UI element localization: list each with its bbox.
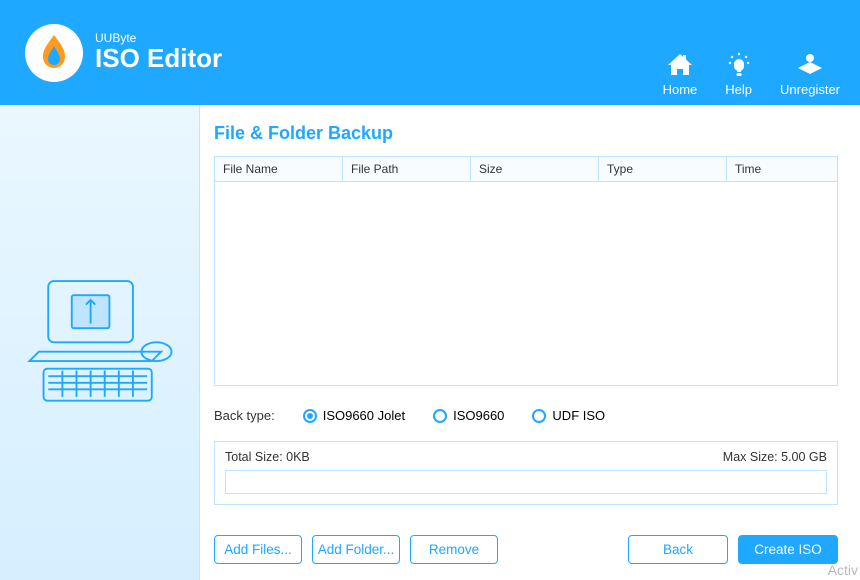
product-name: ISO Editor: [95, 44, 222, 73]
body-area: File & Folder Backup File Name File Path…: [0, 105, 860, 580]
logo-area: UUByte ISO Editor: [0, 24, 222, 82]
radio-dot-icon: [303, 409, 317, 423]
col-size[interactable]: Size: [471, 157, 599, 181]
size-progress-bar: [225, 470, 827, 494]
radio-label: ISO9660 Jolet: [323, 408, 405, 423]
add-folder-button[interactable]: Add Folder...: [312, 535, 400, 564]
col-type[interactable]: Type: [599, 157, 727, 181]
radio-udf[interactable]: UDF ISO: [532, 408, 605, 423]
sidebar-illustration: [0, 105, 200, 580]
backtype-label: Back type:: [214, 408, 275, 423]
nav-help[interactable]: Help: [725, 50, 752, 97]
table-header: File Name File Path Size Type Time: [215, 157, 837, 182]
nav-home-label: Home: [663, 82, 698, 97]
max-size-label: Max Size: 5.00 GB: [723, 450, 827, 464]
app-header: UUByte ISO Editor Home Help Unregister: [0, 0, 860, 105]
footer-row: Add Files... Add Folder... Remove Back C…: [214, 535, 838, 564]
back-button[interactable]: Back: [628, 535, 728, 564]
total-size-label: Total Size: 0KB: [225, 450, 310, 464]
nav-help-label: Help: [725, 82, 752, 97]
app-logo-icon: [25, 24, 83, 82]
radio-label: ISO9660: [453, 408, 504, 423]
radio-dot-icon: [532, 409, 546, 423]
help-icon: [726, 50, 752, 80]
add-files-button[interactable]: Add Files...: [214, 535, 302, 564]
radio-iso9660[interactable]: ISO9660: [433, 408, 504, 423]
radio-iso9660jolet[interactable]: ISO9660 Jolet: [303, 408, 405, 423]
size-box: Total Size: 0KB Max Size: 5.00 GB: [214, 441, 838, 505]
logo-text: UUByte ISO Editor: [95, 32, 222, 73]
home-icon: [665, 50, 695, 80]
nav-home[interactable]: Home: [663, 50, 698, 97]
col-file-name[interactable]: File Name: [215, 157, 343, 181]
backtype-row: Back type: ISO9660 Jolet ISO9660 UDF ISO: [214, 408, 838, 423]
nav-unregister-label: Unregister: [780, 82, 840, 97]
header-nav: Home Help Unregister: [663, 50, 840, 97]
nav-unregister[interactable]: Unregister: [780, 50, 840, 97]
unregister-icon: [795, 50, 825, 80]
file-table: File Name File Path Size Type Time: [214, 156, 838, 386]
watermark-text: Activ: [828, 562, 858, 578]
main-panel: File & Folder Backup File Name File Path…: [200, 105, 860, 580]
col-file-path[interactable]: File Path: [343, 157, 471, 181]
page-title: File & Folder Backup: [214, 123, 838, 144]
radio-dot-icon: [433, 409, 447, 423]
create-iso-button[interactable]: Create ISO: [738, 535, 838, 564]
col-time[interactable]: Time: [727, 157, 837, 181]
radio-label: UDF ISO: [552, 408, 605, 423]
remove-button[interactable]: Remove: [410, 535, 498, 564]
